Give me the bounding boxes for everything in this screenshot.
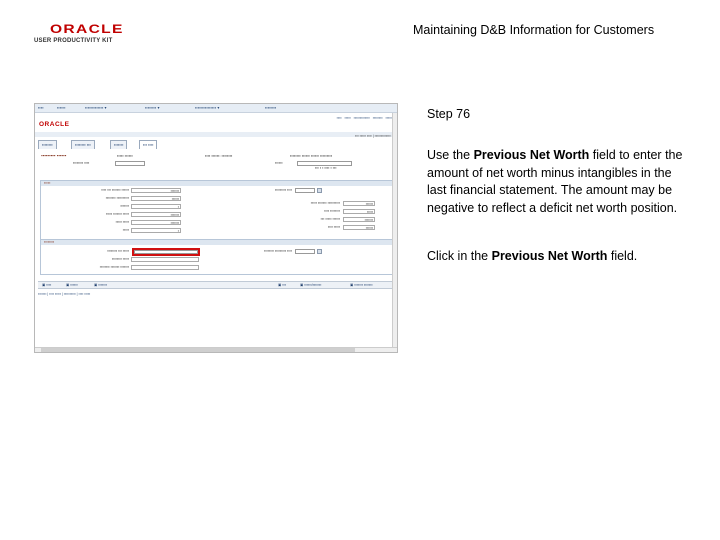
add-button[interactable]: ▣ ▪▪▪ (278, 283, 286, 287)
previous-group-header: ▪▪▪▪▪▪▪▪ (41, 240, 393, 245)
pager: ▪▪▪ ▪ ▪ ▪▪▪▪ ▪ ▪▪▪ (315, 166, 337, 170)
oracle-upk-logo: ORACLE USER PRODUCTIVITY KIT (34, 22, 124, 48)
horizontal-scrollbar[interactable] (35, 347, 397, 352)
menu-item: ▪▪▪▪▪▪▪▪ ▾ (145, 105, 160, 110)
save-button[interactable]: ▣ ▪▪▪▪ (42, 283, 51, 287)
field-label: ▪▪▪▪▪ ▪▪▪▪▪ (115, 220, 129, 224)
field-value[interactable]: ▪▪▪▪▪▪▪ (343, 217, 375, 222)
previous-working-capital-label: ▪▪▪▪▪▪▪▪ ▪▪▪▪▪▪▪ ▪▪▪▪▪▪▪ (99, 265, 129, 269)
calendar-icon[interactable] (317, 249, 322, 254)
app-menu-bar: ▪▪▪▪ ▪▪▪▪▪▪ ▪▪▪▪▪▪▪▪▪▪▪▪▪ ▾ ▪▪▪▪▪▪▪▪ ▾ ▪… (35, 104, 397, 113)
field-label: ▪▪▪▪ ▪▪▪▪▪ (327, 225, 340, 229)
refresh-button[interactable]: ▣ ▪▪▪▪▪▪▪ (94, 283, 107, 287)
field-value[interactable]: ▪▪▪▪▪▪▪ (131, 212, 181, 217)
tab-general-info[interactable]: ▪▪▪▪▪▪▪▪ (38, 140, 57, 149)
field-label: ▪▪▪▪▪ (122, 228, 129, 232)
menu-item: ▪▪▪▪ (38, 105, 44, 110)
scrollbar-thumb[interactable] (41, 348, 355, 352)
previous-working-capital-field[interactable] (131, 265, 199, 270)
field-value[interactable]: ▪ (131, 228, 181, 233)
menu-item: ▪▪▪▪▪▪▪▪▪▪▪▪▪▪▪ ▾ (195, 105, 220, 110)
field-value[interactable]: ▪▪▪▪▪▪ (343, 225, 375, 230)
field-name-bold: Previous Net Worth (473, 148, 590, 162)
field-label: ▪▪▪▪▪▪▪ (120, 204, 129, 208)
statement-date-input[interactable] (295, 188, 315, 193)
app-header-bar (35, 132, 397, 137)
menu-item: ▪▪▪▪▪▪▪▪ (265, 105, 277, 110)
menu-item: ▪▪▪▪▪▪▪▪▪▪▪▪▪ ▾ (85, 105, 107, 110)
field-label: ▪▪▪▪▪▪▪▪▪ ▪▪▪▪ (274, 188, 292, 192)
previous-sales-field[interactable] (131, 257, 199, 262)
app-button-bar: ▣ ▪▪▪▪ ▣ ▪▪▪▪▪▪ ▣ ▪▪▪▪▪▪▪ ▣ ▪▪▪ ▣ ▪▪▪▪▪▪… (38, 281, 396, 289)
field-label: ▪▪▪▪▪▪▪▪ ▪▪▪▪▪▪▪▪▪▪ (105, 196, 129, 200)
menu-item: ▪▪▪▪▪▪ (57, 105, 66, 110)
instruction-paragraph-2: Click in the Previous Net Worth field. (427, 248, 689, 266)
instruction-text: field. (607, 249, 638, 263)
update-display-button[interactable]: ▣ ▪▪▪▪▪▪/▪▪▪▪▪▪▪ (300, 283, 321, 287)
logo-wordmark: ORACLE (50, 22, 124, 36)
field-name-bold: Previous Net Worth (491, 249, 608, 263)
field-value[interactable]: ▪▪▪▪▪▪▪ (131, 188, 181, 193)
duns-label: ▪▪▪▪ ▪▪▪▪▪▪: ▪▪▪▪▪▪▪▪ (205, 154, 233, 158)
field-value[interactable]: ▪▪▪▪▪▪ (131, 196, 181, 201)
app-footer-links: ▪▪▪▪▪▪▪ | ▪▪▪▪ ▪▪▪▪▪ | ▪▪▪▪▪▪▪▪▪▪ | ▪▪▪▪… (38, 292, 91, 296)
fiscal-end-label: ▪▪▪▪▪▪▪▪ ▪▪▪▪ (73, 161, 90, 165)
field-label: ▪▪▪▪▪ ▪▪▪▪▪▪▪ ▪▪▪▪▪▪▪▪▪▪ (310, 201, 340, 205)
field-label: ▪▪▪▪ ▪▪▪ ▪▪▪▪▪▪▪ ▪▪▪▪▪▪ (101, 188, 129, 192)
field-value[interactable]: ▪▪▪▪▪▪ (343, 201, 375, 206)
previous-net-worth-label: ▪▪▪▪▪▪▪▪ ▪▪▪ ▪▪▪▪▪ (107, 249, 129, 253)
instruction-text: Use the (427, 148, 474, 162)
tab-correspondence[interactable]: ▪▪▪▪▪▪▪ (110, 140, 128, 149)
vertical-scrollbar[interactable] (392, 113, 397, 350)
field-value[interactable]: ▪ (131, 204, 181, 209)
field-value[interactable]: ▪▪▪▪▪ (343, 209, 375, 214)
logo-subtitle: USER PRODUCTIVITY KIT (34, 38, 113, 44)
highlight-previous-net-worth[interactable] (132, 248, 200, 256)
setid-label: ▪▪▪▪▪ ▪▪▪▪▪▪ (117, 154, 133, 158)
app-top-links: ▪▪▪▪ ▪▪▪▪▪ ▪▪▪▪▪▪▪▪▪▪▪▪▪ ▪▪▪▪▪▪▪▪ ▪▪▪▪▪▪ (336, 116, 393, 120)
field-value[interactable]: ▪▪▪▪▪▪▪ (131, 220, 181, 225)
purchase-info-link: ▪▪▪▪▪▪▪▪ ▪▪▪▪▪▪ ▪▪▪▪▪▪ ▪▪▪▪▪▪▪▪▪ (290, 154, 333, 158)
current-group-header: ▪▪▪▪▪ (41, 181, 393, 186)
calendar-icon[interactable] (317, 188, 322, 193)
app-oracle-logo: ORACLE (39, 121, 70, 128)
field-label: ▪▪▪ ▪▪▪▪▪ ▪▪▪▪▪▪ (320, 217, 340, 221)
step-number: Step 76 (427, 107, 471, 121)
document-title: Maintaining D&B Information for Customer… (413, 23, 655, 37)
previous-statement-date-label: ▪▪▪▪▪▪▪▪ ▪▪▪▪▪▪▪▪▪ ▪▪▪▪ (264, 249, 292, 253)
instruction-text: Click in the (427, 249, 492, 263)
application-screenshot: ▪▪▪▪ ▪▪▪▪▪▪ ▪▪▪▪▪▪▪▪▪▪▪▪▪ ▾ ▪▪▪▪▪▪▪▪ ▾ ▪… (34, 103, 398, 353)
fiscal-end-input[interactable] (115, 161, 145, 166)
instruction-paragraph-1: Use the Previous Net Worth field to ente… (427, 147, 689, 217)
previous-sales-label: ▪▪▪▪▪▪▪▪ ▪▪▪▪▪ (111, 257, 129, 261)
tab-bill-to-options[interactable]: ▪▪▪▪▪▪▪▪ ▪▪▪ (71, 140, 95, 149)
previous-statement-date-input[interactable] (295, 249, 315, 254)
app-nav-links: ▪▪▪ ▪▪▪▪▪ ▪▪▪▪ | ▪▪▪▪▪▪▪▪▪▪▪▪▪ ▪ (354, 134, 393, 138)
tab-additional[interactable]: ▪▪▪ ▪▪▪▪ (139, 140, 158, 149)
field-label: ▪▪▪▪▪ ▪▪▪▪▪▪▪ ▪▪▪▪▪ (105, 212, 129, 216)
format-label: ▪▪▪▪▪▪ (275, 161, 283, 165)
field-label: ▪▪▪▪ ▪▪▪▪▪▪▪▪ (324, 209, 340, 213)
include-history-button[interactable]: ▣ ▪▪▪▪▪▪▪ ▪▪▪▪▪▪▪ (350, 283, 373, 287)
return-button[interactable]: ▣ ▪▪▪▪▪▪ (66, 283, 78, 287)
financial-details-title: ▪▪▪▪▪▪▪▪▪ ▪▪▪▪▪▪ (41, 153, 67, 158)
